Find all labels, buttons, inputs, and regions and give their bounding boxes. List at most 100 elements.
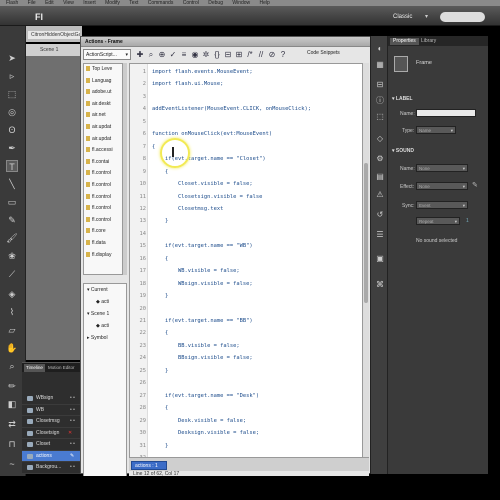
list-item[interactable]: fl.control: [84, 203, 122, 215]
list-item[interactable]: air.deskt: [84, 99, 122, 111]
stage-area[interactable]: [26, 56, 82, 360]
visibility-dot-icon[interactable]: • •: [70, 416, 75, 427]
code-line[interactable]: 12 Closetmsg.text: [130, 203, 362, 215]
tab-motion-editor[interactable]: Motion Editor: [46, 364, 77, 372]
scrollbar-thumb[interactable]: [364, 163, 368, 303]
code-line[interactable]: 10 Closet.visible = false;: [130, 178, 362, 190]
motion-presets-icon[interactable]: ◇: [375, 134, 385, 144]
layer-row-selected[interactable]: actions ✎: [22, 450, 80, 462]
chevron-down-icon[interactable]: ▾: [425, 13, 428, 20]
code-line[interactable]: 29 Desk.visible = false;: [130, 415, 362, 427]
nav-item[interactable]: ▾ Scene 1: [84, 308, 126, 320]
list-item[interactable]: fl.control: [84, 215, 122, 227]
code-line[interactable]: 24 BBsign.visible = false;: [130, 352, 362, 364]
layer-row[interactable]: Closetsign ✕: [22, 428, 80, 439]
code-line[interactable]: 9 {: [130, 166, 362, 178]
list-item[interactable]: fl.control: [84, 168, 122, 180]
debug-options-icon[interactable]: ✲: [201, 50, 211, 60]
code-line[interactable]: 4 addEventListener(MouseEvent.CLICK, onMo…: [130, 103, 362, 115]
pen-tool-icon[interactable]: ✒: [6, 142, 18, 154]
nav-item[interactable]: ▾ Current: [84, 284, 126, 296]
document-tab[interactable]: CitronHiddenObjectGame: [28, 31, 80, 39]
nav-item[interactable]: ▸ Symbol: [84, 332, 126, 344]
list-item[interactable]: fl.control: [84, 192, 122, 204]
toolbox-scrollbar[interactable]: [123, 63, 127, 275]
nav-item[interactable]: ◆ acti: [84, 296, 126, 308]
code-line[interactable]: 11 Closetsign.visible = false: [130, 191, 362, 203]
components-panel-icon[interactable]: ⚙: [375, 154, 385, 164]
zoom-tool-icon[interactable]: ⌕: [6, 360, 18, 372]
code-line[interactable]: 14: [130, 228, 362, 240]
list-item[interactable]: adobe.ut: [84, 87, 122, 99]
code-line[interactable]: 6 function onMouseClick(evt:MouseEvent): [130, 128, 362, 140]
transform-panel-icon[interactable]: ⬚: [375, 112, 385, 122]
subselection-tool-icon[interactable]: ▹: [6, 70, 18, 82]
workspace-switcher[interactable]: Classic: [393, 14, 412, 20]
code-line[interactable]: 16 {: [130, 253, 362, 265]
collapse-braces-icon[interactable]: {}: [212, 50, 222, 60]
tab-library[interactable]: Library: [418, 38, 439, 45]
auto-format-icon[interactable]: ≡: [179, 50, 189, 60]
eyedropper-tool-icon[interactable]: ⌇: [6, 306, 18, 318]
movie-explorer-icon[interactable]: ☰: [375, 230, 385, 240]
free-transform-tool-icon[interactable]: ⬚: [6, 88, 18, 100]
swatches-panel-icon[interactable]: ▦: [375, 60, 385, 70]
effect-select[interactable]: None ▾: [416, 182, 468, 190]
code-line[interactable]: 30 Desksign.visible = false;: [130, 427, 362, 439]
sound-name-select[interactable]: None ▾: [416, 164, 468, 172]
repeat-count[interactable]: 1: [466, 218, 469, 224]
stroke-color-icon[interactable]: ✏: [6, 380, 18, 392]
list-item[interactable]: Languag: [84, 76, 122, 88]
visibility-dot-icon[interactable]: • •: [70, 462, 75, 473]
smooth-icon[interactable]: ~: [6, 458, 18, 470]
code-line[interactable]: 17 WB.visible = false;: [130, 265, 362, 277]
code-line[interactable]: 18 WBsign.visible = false;: [130, 278, 362, 290]
check-syntax-icon[interactable]: ✓: [168, 50, 178, 60]
list-item[interactable]: fl.display: [84, 250, 122, 262]
paint-bucket-tool-icon[interactable]: ◈: [6, 288, 18, 300]
eraser-tool-icon[interactable]: ▱: [6, 324, 18, 336]
code-snippets-icon[interactable]: ⌘: [375, 280, 385, 290]
actions-panel-header[interactable]: Actions - Frame: [81, 37, 373, 47]
selection-tool-icon[interactable]: ➤: [6, 52, 18, 64]
layer-row[interactable]: Closetmsg • •: [22, 416, 80, 428]
visibility-dot-icon[interactable]: • •: [70, 393, 75, 404]
lasso-tool-icon[interactable]: ʘ: [6, 124, 18, 136]
layer-row[interactable]: WB • •: [22, 405, 80, 416]
hand-tool-icon[interactable]: ✋: [6, 342, 18, 354]
label-type-select[interactable]: Name ▾: [416, 126, 456, 134]
snap-magnet-icon[interactable]: ⊓: [6, 438, 18, 450]
help-search-input[interactable]: [440, 12, 485, 22]
find-icon[interactable]: ⌕: [146, 50, 156, 60]
frame-name-input[interactable]: [416, 109, 476, 117]
swap-colors-icon[interactable]: ⇄: [6, 418, 18, 430]
bone-tool-icon[interactable]: ⟋: [6, 268, 18, 280]
insert-target-path-icon[interactable]: ⊕: [157, 50, 167, 60]
code-line[interactable]: 15 if(evt.target.name == "WB"): [130, 240, 362, 252]
nav-item[interactable]: ◆ acti: [84, 320, 126, 332]
pencil-icon[interactable]: ✎: [70, 451, 74, 462]
fill-color-icon[interactable]: ◧: [6, 398, 18, 410]
info-panel-icon[interactable]: ⓘ: [375, 96, 385, 106]
list-item[interactable]: air.net: [84, 110, 122, 122]
code-line[interactable]: 3: [130, 91, 362, 103]
3d-rotation-tool-icon[interactable]: ◎: [6, 106, 18, 118]
list-item[interactable]: fl.contai: [84, 157, 122, 169]
scene-breadcrumb[interactable]: Scene 1: [26, 44, 82, 56]
sound-section-header[interactable]: ▾ SOUND: [392, 148, 414, 154]
history-panel-icon[interactable]: ↺: [375, 210, 385, 220]
visibility-dot-icon[interactable]: • •: [70, 405, 75, 416]
code-line[interactable]: 1 import flash.events.MouseEvent;: [130, 66, 362, 78]
script-tab[interactable]: actions : 1: [131, 461, 167, 470]
list-item[interactable]: fl.data: [84, 238, 122, 250]
align-panel-icon[interactable]: ⊟: [375, 80, 385, 90]
code-hint-icon[interactable]: ◉: [190, 50, 200, 60]
code-snippets-button[interactable]: Code Snippets: [307, 50, 340, 56]
code-line[interactable]: 21 if(evt.target.name == "BB"): [130, 315, 362, 327]
code-line[interactable]: 19 }: [130, 290, 362, 302]
label-section-header[interactable]: ▾ LABEL: [392, 96, 413, 102]
editor-scrollbar[interactable]: [363, 63, 369, 477]
help-icon[interactable]: ?: [278, 50, 288, 60]
code-line[interactable]: 2 import flash.ui.Mouse;: [130, 78, 362, 90]
brush-tool-icon[interactable]: 🖌: [6, 232, 18, 244]
